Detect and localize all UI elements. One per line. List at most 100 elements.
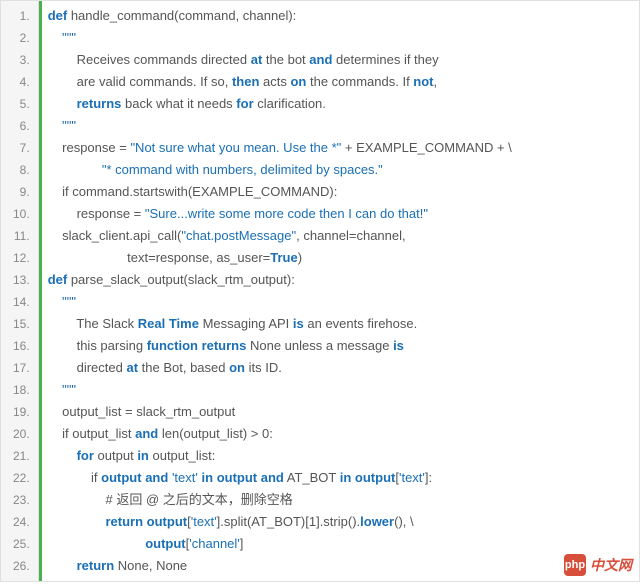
token-kw: return xyxy=(105,514,143,529)
line-number: 11. xyxy=(1,225,38,247)
token-plain: Messaging API xyxy=(199,316,293,331)
token-kw: and xyxy=(135,426,158,441)
token-str: 'text' xyxy=(172,470,198,485)
code-line: output_list = slack_rtm_output xyxy=(42,401,639,423)
line-number: 1. xyxy=(1,5,38,27)
line-number: 10. xyxy=(1,203,38,225)
line-number: 14. xyxy=(1,291,38,313)
token-plain: , xyxy=(434,74,438,89)
code-line: response = "Sure...write some more code … xyxy=(42,203,639,225)
token-kw: is xyxy=(393,338,404,353)
token-plain: ]: xyxy=(425,470,432,485)
token-plain: output xyxy=(94,448,137,463)
token-kw: def xyxy=(48,272,71,287)
token-plain: directed xyxy=(77,360,127,375)
token-plain: ] xyxy=(240,536,244,551)
token-plain: None unless a message xyxy=(246,338,393,353)
code-line: """ xyxy=(42,379,639,401)
line-number: 7. xyxy=(1,137,38,159)
token-str: 'text' xyxy=(191,514,217,529)
line-number: 24. xyxy=(1,511,38,533)
token-str: """ xyxy=(62,382,76,397)
token-plain: (), \ xyxy=(394,514,414,529)
token-kw: output xyxy=(145,536,185,551)
indent xyxy=(48,52,77,67)
token-kw: at xyxy=(126,360,138,375)
token-plain: output_list = slack_rtm_output xyxy=(62,404,235,419)
code-line: def handle_command(command, channel): xyxy=(42,5,639,27)
token-plain: + EXAMPLE_COMMAND + \ xyxy=(341,140,512,155)
token-plain: this parsing xyxy=(77,338,147,353)
token-kw: lower xyxy=(360,514,394,529)
code-line: text=response, as_user=True) xyxy=(42,247,639,269)
code-line: "* command with numbers, delimited by sp… xyxy=(42,159,639,181)
token-str: """ xyxy=(62,118,76,133)
code-line: if output_list and len(output_list) > 0: xyxy=(42,423,639,445)
line-number: 22. xyxy=(1,467,38,489)
token-kw: output xyxy=(147,514,187,529)
token-kw: is xyxy=(293,316,304,331)
line-number: 15. xyxy=(1,313,38,335)
token-str: "Not sure what you mean. Use the *" xyxy=(130,140,341,155)
line-number: 25. xyxy=(1,533,38,555)
line-number: 13. xyxy=(1,269,38,291)
indent xyxy=(48,360,77,375)
code-line: """ xyxy=(42,115,639,137)
token-kw: Real Time xyxy=(138,316,199,331)
token-plain xyxy=(91,162,102,177)
indent xyxy=(48,514,106,529)
line-number: 9. xyxy=(1,181,38,203)
code-line: if output and 'text' in output and AT_BO… xyxy=(42,467,639,489)
indent xyxy=(48,140,62,155)
token-fn: parse_slack_output(slack_rtm_output): xyxy=(71,272,295,287)
watermark-logo: php xyxy=(564,554,586,576)
token-kw: for xyxy=(77,448,94,463)
token-plain: The Slack xyxy=(76,316,137,331)
line-number: 4. xyxy=(1,71,38,93)
token-kw: and xyxy=(145,470,168,485)
line-number: 8. xyxy=(1,159,38,181)
line-number: 3. xyxy=(1,49,38,71)
code-line: def parse_slack_output(slack_rtm_output)… xyxy=(42,269,639,291)
code-line: """ xyxy=(42,291,639,313)
line-number: 19. xyxy=(1,401,38,423)
code-body[interactable]: def handle_command(command, channel): ""… xyxy=(39,1,639,581)
token-plain: the bot xyxy=(262,52,309,67)
line-number: 26. xyxy=(1,555,38,577)
line-number: 5. xyxy=(1,93,38,115)
token-plain: slack_client.api_call( xyxy=(62,228,181,243)
token-str: "chat.postMessage" xyxy=(181,228,296,243)
code-line: are valid commands. If so, then acts on … xyxy=(42,71,639,93)
token-plain: len(output_list) > 0: xyxy=(158,426,273,441)
token-plain: output_list: xyxy=(149,448,216,463)
indent xyxy=(48,184,62,199)
indent xyxy=(48,558,77,573)
code-line: response = "Not sure what you mean. Use … xyxy=(42,137,639,159)
token-plain: response = xyxy=(62,140,130,155)
token-str: "* command with numbers, delimited by sp… xyxy=(102,162,383,177)
line-number: 16. xyxy=(1,335,38,357)
token-plain: acts xyxy=(259,74,290,89)
token-str: 'text' xyxy=(399,470,425,485)
indent xyxy=(48,536,135,551)
indent xyxy=(48,294,62,309)
indent xyxy=(48,448,77,463)
indent xyxy=(48,206,77,221)
token-plain: Receives commands directed xyxy=(77,52,251,67)
watermark: php 中文网 xyxy=(564,554,632,576)
line-number: 12. xyxy=(1,247,38,269)
indent xyxy=(48,382,62,397)
code-line: for output in output_list: xyxy=(42,445,639,467)
line-number-gutter: 1.2.3.4.5.6.7.8.9.10.11.12.13.14.15.16.1… xyxy=(1,1,39,581)
token-builtin: True xyxy=(270,250,297,265)
line-number: 17. xyxy=(1,357,38,379)
token-plain: None, None xyxy=(114,558,187,573)
token-plain: if command.startswith(EXAMPLE_COMMAND): xyxy=(62,184,337,199)
line-number: 6. xyxy=(1,115,38,137)
token-fn: handle_command(command, channel): xyxy=(71,8,296,23)
token-plain: its ID. xyxy=(245,360,282,375)
line-number: 21. xyxy=(1,445,38,467)
token-plain: are valid commands. If so, xyxy=(77,74,232,89)
token-plain: clarification. xyxy=(254,96,326,111)
token-kw: not xyxy=(413,74,433,89)
